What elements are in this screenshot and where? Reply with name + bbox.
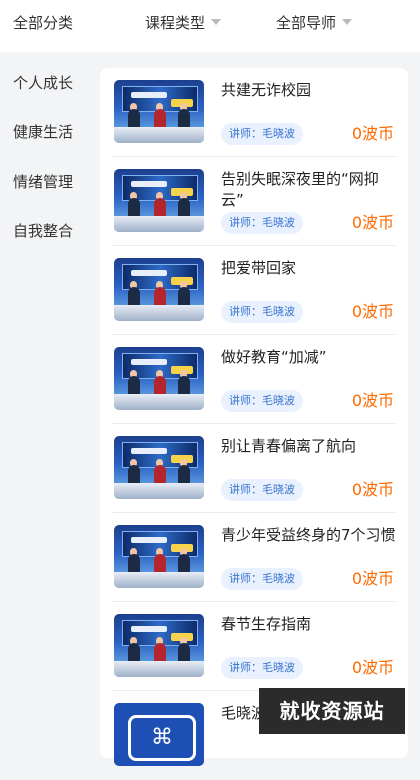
- course-price: 0波币: [351, 569, 394, 588]
- filter-all-categories[interactable]: 全部分类: [13, 0, 73, 52]
- course-thumbnail: ⌘: [114, 703, 204, 766]
- lecturer-badge: 讲师：毛晓波: [221, 301, 303, 323]
- course-item[interactable]: 春节生存指南 讲师：毛晓波 0波币: [100, 602, 408, 691]
- course-item[interactable]: 做好教育“加减” 讲师：毛晓波 0波币: [100, 335, 408, 424]
- chevron-down-icon: [211, 18, 222, 25]
- course-title: 春节生存指南: [221, 615, 312, 633]
- course-price: 0波币: [351, 391, 394, 410]
- course-price: 0波币: [351, 124, 394, 143]
- course-thumbnail: [114, 258, 204, 321]
- lecturer-badge: 讲师：毛晓波: [221, 212, 303, 234]
- watermark: 就收资源站: [259, 688, 405, 734]
- lecturer-badge: 讲师：毛晓波: [221, 390, 303, 412]
- course-title: 做好教育“加减”: [221, 348, 327, 366]
- filter-course-type-label: 课程类型: [145, 14, 206, 32]
- course-title: 青少年受益终身的7个习惯: [221, 526, 396, 544]
- filter-all-categories-label: 全部分类: [13, 14, 74, 32]
- sidebar-item-healthy-living[interactable]: 健康生活: [13, 121, 73, 142]
- course-thumbnail: [114, 525, 204, 588]
- chevron-down-icon: [342, 18, 353, 25]
- course-thumbnail: [114, 614, 204, 677]
- sidebar-item-personal-growth[interactable]: 个人成长: [13, 72, 73, 93]
- filter-all-mentors[interactable]: 全部导师: [276, 0, 353, 52]
- course-item[interactable]: 共建无诈校园 讲师：毛晓波 0波币: [100, 68, 408, 157]
- lecturer-badge: 讲师：毛晓波: [221, 568, 303, 590]
- course-price: 0波币: [351, 480, 394, 499]
- course-item[interactable]: 把爱带回家 讲师：毛晓波 0波币: [100, 246, 408, 335]
- channel-logo-icon: ⌘: [128, 715, 196, 761]
- category-sidebar: 个人成长 健康生活 情绪管理 自我整合: [0, 52, 92, 746]
- course-title: 别让青春偏离了航向: [221, 437, 357, 455]
- course-title: 告别失眠深夜里的“网抑云”: [221, 170, 379, 209]
- sidebar-item-self-integration[interactable]: 自我整合: [13, 220, 73, 241]
- course-thumbnail: [114, 169, 204, 232]
- course-thumbnail: [114, 80, 204, 143]
- course-thumbnail: [114, 347, 204, 410]
- course-price: 0波币: [351, 213, 394, 232]
- course-item[interactable]: 青少年受益终身的7个习惯 讲师：毛晓波 0波币: [100, 513, 408, 602]
- course-item[interactable]: 别让青春偏离了航向 讲师：毛晓波 0波币: [100, 424, 408, 513]
- sidebar-item-emotion-management[interactable]: 情绪管理: [13, 171, 73, 192]
- filter-course-type[interactable]: 课程类型: [145, 0, 222, 52]
- lecturer-badge: 讲师：毛晓波: [221, 123, 303, 145]
- course-price: 0波币: [351, 302, 394, 321]
- course-price: 0波币: [351, 658, 394, 677]
- filter-all-mentors-label: 全部导师: [276, 14, 337, 32]
- course-item[interactable]: 告别失眠深夜里的“网抑云” 讲师：毛晓波 0波币: [100, 157, 408, 246]
- course-title: 把爱带回家: [221, 259, 297, 277]
- lecturer-badge: 讲师：毛晓波: [221, 479, 303, 501]
- lecturer-badge: 讲师：毛晓波: [221, 657, 303, 679]
- course-thumbnail: [114, 436, 204, 499]
- course-list: 共建无诈校园 讲师：毛晓波 0波币 告别失眠深夜里的“网抑云” 讲师：毛晓波 0…: [100, 68, 408, 766]
- filter-bar: 全部分类 课程类型 全部导师: [0, 0, 420, 52]
- course-title: 共建无诈校园: [221, 81, 312, 99]
